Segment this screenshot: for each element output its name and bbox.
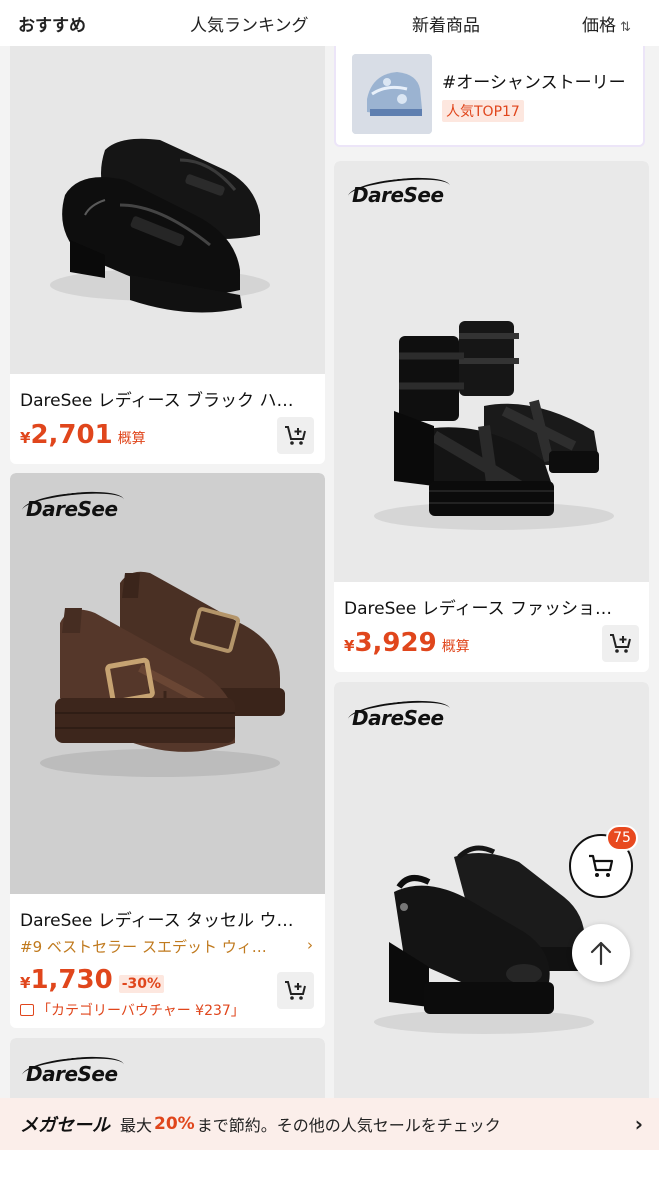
product-image[interactable]: DareSee	[334, 161, 649, 582]
cart-plus-icon	[284, 980, 306, 1000]
product-image[interactable]: DareSee	[10, 473, 325, 894]
product-card[interactable]: DareSee DareSee レディース タッセル ウ… #9 ベストセラー	[10, 473, 325, 1028]
arrow-up-icon	[590, 941, 612, 966]
product-card[interactable]: DareSee DareSee レディース ファッショ… ¥ 3,929 概算	[334, 161, 649, 672]
featured-badge: 人気TOP17	[442, 100, 524, 122]
product-image[interactable]: DareSee	[334, 682, 649, 1162]
product-image[interactable]	[10, 40, 325, 374]
category-tabs: おすすめ 人気ランキング 新着商品 価格 ⇅	[0, 0, 659, 46]
banner-percent: 20%	[154, 1114, 195, 1134]
tab-price[interactable]: 価格 ⇅	[582, 11, 631, 36]
brand-logo: DareSee	[352, 706, 444, 730]
price-value: 1,730	[30, 965, 113, 995]
cart-plus-icon	[609, 633, 631, 653]
voucher-label: 「カテゴリーバウチャー ¥237」	[20, 1000, 245, 1020]
chevron-right-icon: ›	[307, 936, 313, 954]
price-row: ¥ 3,929 概算	[344, 628, 470, 658]
tab-new[interactable]: 新着商品	[412, 11, 480, 36]
featured-thumbnail	[352, 54, 432, 134]
brown-loafer-image	[40, 571, 285, 777]
currency-symbol: ¥	[20, 974, 31, 992]
chevron-right-icon: ›	[634, 1112, 643, 1136]
add-to-cart-button[interactable]	[277, 417, 314, 454]
product-title[interactable]: DareSee レディース ブラック ハ…	[20, 386, 313, 411]
sneaker-thumbnail-image	[352, 54, 432, 134]
brand-logo: DareSee	[26, 1062, 118, 1086]
featured-card[interactable]: #オーシャンストーリー 人気TOP17	[334, 40, 645, 147]
featured-hashtag[interactable]: #オーシャンストーリー	[442, 68, 626, 93]
price-value: 2,701	[30, 420, 113, 450]
peep-toe-sandal-image	[374, 845, 594, 1034]
mega-sale-label: メガセール	[20, 1115, 110, 1136]
bottom-safe-area	[0, 1150, 659, 1200]
approx-label: 概算	[441, 639, 470, 655]
product-title[interactable]: DareSee レディース タッセル ウ…	[20, 906, 313, 931]
scroll-to-top-button[interactable]	[572, 924, 630, 982]
currency-symbol: ¥	[344, 637, 355, 655]
currency-symbol: ¥	[20, 429, 31, 447]
sort-icon: ⇅	[620, 20, 631, 35]
tab-recommended[interactable]: おすすめ	[18, 11, 86, 36]
banner-prefix: 最大	[120, 1116, 153, 1135]
bestseller-rank-text: #9 ベストセラー スエデット ウィ…	[20, 938, 267, 956]
shopping-cart-icon	[589, 854, 614, 877]
brand-logo: DareSee	[352, 183, 444, 207]
strappy-sandal-image	[374, 321, 614, 530]
bestseller-rank-link[interactable]: #9 ベストセラー スエデット ウィ… ›	[20, 936, 313, 957]
page: おすすめ 人気ランキング 新着商品 価格 ⇅ DareSee レディース ブラッ…	[0, 0, 659, 1200]
tab-price-label: 価格	[582, 16, 616, 36]
price-row: ¥ 2,701 概算	[20, 420, 146, 450]
loafer-shoes-image	[50, 138, 270, 313]
product-card[interactable]: DareSee	[334, 682, 649, 1162]
approx-label: 概算	[117, 431, 146, 447]
product-card[interactable]: DareSee レディース ブラック ハ… ¥ 2,701 概算	[10, 40, 325, 464]
cart-plus-icon	[284, 425, 306, 445]
voucher-icon	[20, 1004, 34, 1016]
tab-ranking[interactable]: 人気ランキング	[190, 11, 309, 36]
cart-count-badge: 75	[606, 825, 638, 851]
price-value: 3,929	[354, 628, 437, 658]
add-to-cart-button[interactable]	[277, 972, 314, 1009]
product-title[interactable]: DareSee レディース ファッショ…	[344, 594, 637, 619]
voucher-text: 「カテゴリーバウチャー ¥237」	[37, 1003, 245, 1019]
add-to-cart-button[interactable]	[602, 625, 639, 662]
mega-sale-banner[interactable]: メガセール 最大 20% まで節約。その他の人気セールをチェック ›	[0, 1098, 659, 1150]
discount-badge: -30%	[118, 975, 165, 993]
brand-logo: DareSee	[26, 497, 118, 521]
banner-suffix: まで節約。その他の人気セールをチェック	[196, 1116, 501, 1135]
price-row: ¥ 1,730 -30%	[20, 965, 165, 995]
